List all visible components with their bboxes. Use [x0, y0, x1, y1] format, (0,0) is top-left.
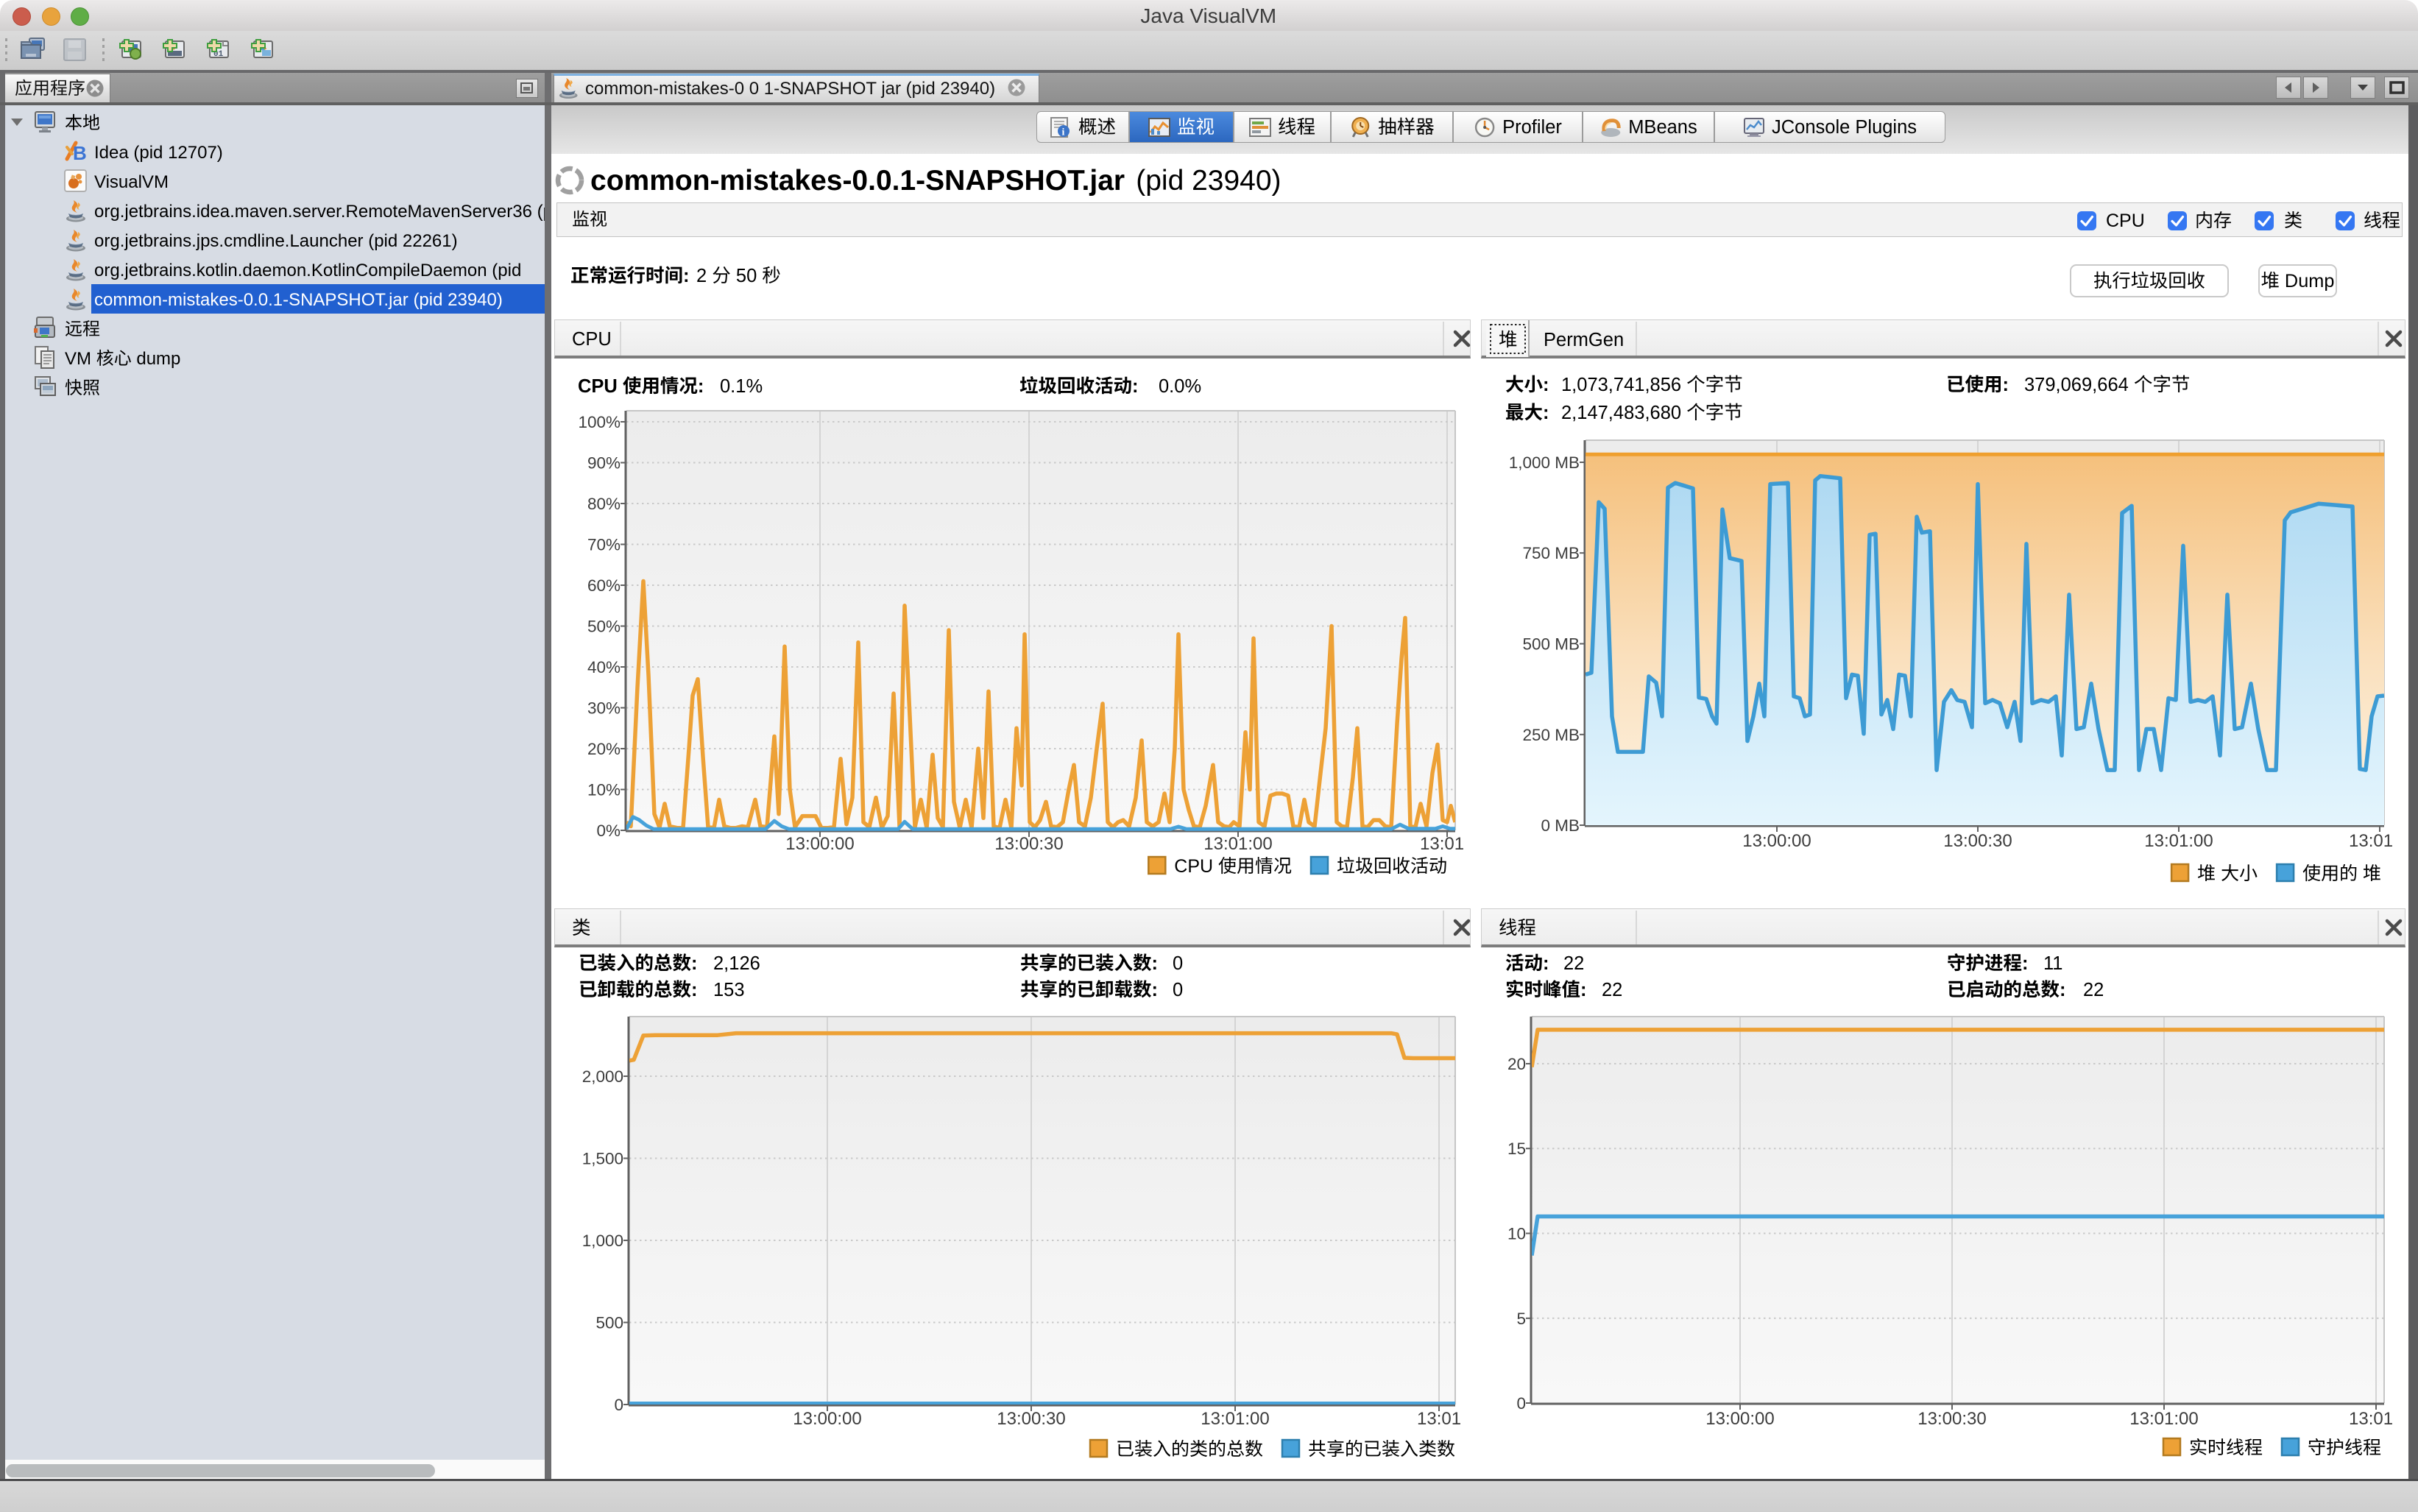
svg-text:2: 2: [696, 266, 712, 286]
svg-text:13:00:00: 13:00:00: [793, 1409, 861, 1429]
svg-text:13:01:00: 13:01:00: [2129, 1409, 2198, 1429]
svg-text:80%: 80%: [587, 495, 621, 513]
svg-text:13:00:00: 13:00:00: [1742, 831, 1811, 851]
svg-text:MBeans: MBeans: [1628, 117, 1697, 138]
svg-text:VM: VM: [65, 349, 96, 369]
svg-text:org.jetbrains.kotlin.daemon.Ko: org.jetbrains.kotlin.daemon.KotlinCompil…: [94, 261, 521, 280]
svg-text:2,126: 2,126: [713, 953, 760, 974]
svg-text::: :: [2060, 980, 2066, 1000]
svg-text:CPU: CPU: [578, 376, 623, 397]
svg-text:60%: 60%: [587, 576, 621, 595]
svg-text:1,000 MB: 1,000 MB: [1509, 453, 1580, 472]
svg-text:0 MB: 0 MB: [1541, 816, 1580, 835]
svg-text:13:01: 13:01: [2349, 1409, 2393, 1429]
svg-text:B: B: [73, 142, 87, 164]
svg-text:0: 0: [1517, 1394, 1527, 1413]
svg-text::: :: [2022, 953, 2029, 974]
svg-text:Dump: Dump: [2280, 271, 2335, 292]
svg-text:13:01:00: 13:01:00: [1201, 1409, 1269, 1429]
svg-text:500: 500: [596, 1314, 624, 1332]
svg-text:50: 50: [731, 266, 763, 286]
svg-text::: :: [1580, 980, 1587, 1000]
svg-text:20%: 20%: [587, 740, 621, 758]
svg-text:common-mistakes-0.0.1-SNAPSHOT: common-mistakes-0.0.1-SNAPSHOT.jar: [590, 165, 1125, 197]
svg-text:VisualVM: VisualVM: [94, 172, 169, 192]
svg-text:CPU: CPU: [572, 329, 612, 350]
svg-text:Java VisualVM: Java VisualVM: [1140, 4, 1276, 27]
svg-text:13:01: 13:01: [1420, 834, 1464, 854]
svg-text:15: 15: [1507, 1140, 1526, 1158]
svg-text:dump: dump: [132, 349, 181, 369]
svg-text:13:00:30: 13:00:30: [997, 1409, 1065, 1429]
svg-text:13:00:00: 13:00:00: [1705, 1409, 1774, 1429]
svg-text:2,147,483,680: 2,147,483,680: [1561, 403, 1686, 423]
svg-text::: :: [1543, 953, 1549, 974]
svg-text:13:00:30: 13:00:30: [1917, 1409, 1986, 1429]
svg-text:(pid 23940): (pid 23940): [1128, 165, 1281, 197]
svg-text:1,000: 1,000: [582, 1232, 623, 1250]
svg-text:20: 20: [1507, 1055, 1526, 1073]
svg-text:13:00:00: 13:00:00: [785, 834, 854, 854]
svg-text:379,069,664: 379,069,664: [2024, 375, 2134, 395]
svg-text:common-mistakes-0.0.1-SNAPSHOT: common-mistakes-0.0.1-SNAPSHOT.jar (pid …: [94, 290, 503, 310]
svg-text:13:01: 13:01: [1417, 1409, 1461, 1429]
svg-text:org.jetbrains.idea.maven.serve: org.jetbrains.idea.maven.server.RemoteMa…: [94, 202, 626, 222]
svg-text:i: i: [1062, 127, 1065, 138]
svg-text::: :: [1152, 980, 1159, 1000]
svg-text:2,000: 2,000: [582, 1067, 623, 1086]
svg-text:Idea (pid 12707): Idea (pid 12707): [94, 143, 223, 163]
svg-text:PermGen: PermGen: [1544, 330, 1624, 350]
svg-text:22: 22: [1602, 980, 1622, 1000]
svg-text::: :: [1543, 375, 1549, 395]
svg-text:1,500: 1,500: [582, 1150, 623, 1168]
svg-text:0.0%: 0.0%: [1159, 376, 1201, 397]
svg-text:13:01:00: 13:01:00: [2144, 831, 2213, 851]
svg-text::: :: [698, 376, 704, 397]
svg-text:CPU: CPU: [2106, 211, 2145, 231]
svg-text:13:01:00: 13:01:00: [1203, 834, 1272, 854]
svg-text::: :: [1152, 953, 1159, 974]
svg-text:500 MB: 500 MB: [1523, 635, 1580, 654]
svg-text:0: 0: [615, 1396, 624, 1414]
svg-text:70%: 70%: [587, 536, 621, 554]
svg-text:13:00:30: 13:00:30: [1943, 831, 2012, 851]
svg-text:10%: 10%: [587, 781, 621, 799]
svg-text:11: 11: [2043, 953, 2062, 974]
svg-text:Profiler: Profiler: [1502, 117, 1562, 138]
svg-text:90%: 90%: [587, 454, 621, 473]
svg-text::: :: [691, 980, 698, 1000]
svg-text:org.jetbrains.jps.cmdline.Laun: org.jetbrains.jps.cmdline.Launcher (pid …: [94, 231, 458, 251]
svg-text::: :: [1132, 376, 1139, 397]
svg-text:40%: 40%: [587, 658, 621, 676]
svg-text:0: 0: [1173, 953, 1183, 974]
svg-text:CPU: CPU: [1174, 856, 1218, 877]
svg-text:JConsole Plugins: JConsole Plugins: [1772, 117, 1917, 138]
svg-text:13:00:30: 13:00:30: [994, 834, 1063, 854]
svg-text:250 MB: 250 MB: [1523, 726, 1580, 744]
svg-text::: :: [683, 266, 690, 286]
svg-text:0.1%: 0.1%: [720, 376, 763, 397]
svg-text:50%: 50%: [587, 618, 621, 636]
svg-text:common-mistakes-0 0 1-SNAPSHOT: common-mistakes-0 0 1-SNAPSHOT jar (pid …: [585, 79, 995, 99]
svg-text:1,073,741,856: 1,073,741,856: [1561, 375, 1686, 395]
svg-text::: :: [1543, 403, 1549, 423]
svg-text:0%: 0%: [597, 822, 621, 840]
svg-text:5: 5: [1517, 1310, 1527, 1328]
svg-text::: :: [2003, 375, 2009, 395]
svg-text:22: 22: [2083, 980, 2104, 1000]
svg-text:22: 22: [1563, 953, 1584, 974]
svg-text:10: 10: [1507, 1225, 1526, 1243]
svg-text:0: 0: [1173, 980, 1183, 1000]
svg-text::: :: [691, 953, 698, 974]
svg-text:30%: 30%: [587, 699, 621, 718]
svg-text:13:01: 13:01: [2349, 831, 2393, 851]
svg-text:750 MB: 750 MB: [1523, 544, 1580, 562]
svg-text:153: 153: [713, 980, 745, 1000]
svg-text:100%: 100%: [579, 413, 621, 431]
